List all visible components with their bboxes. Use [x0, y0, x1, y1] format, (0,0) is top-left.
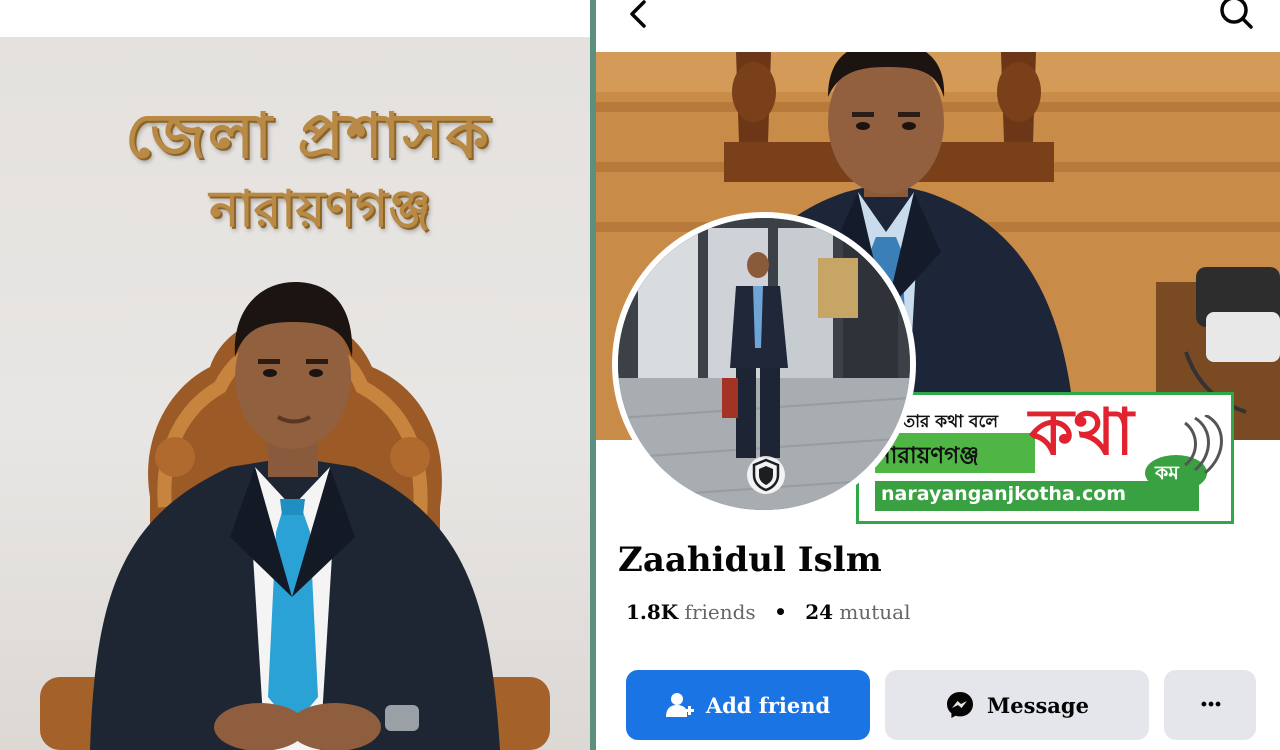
- facebook-profile-panel: জনতার কথা বলে নারায়ণগঞ্জ কথা narayangan…: [596, 0, 1280, 750]
- official-portrait-photo: জেলা প্রশাসক নারায়ণগঞ্জ: [0, 37, 590, 750]
- back-button[interactable]: [622, 0, 656, 34]
- broadcast-waves-icon: [1184, 415, 1223, 475]
- messenger-icon: [947, 692, 974, 718]
- watermark-brand: কথা: [1029, 396, 1134, 470]
- chevron-left-icon: [630, 0, 646, 28]
- add-person-icon: [665, 693, 694, 717]
- friends-label: friends: [684, 600, 756, 624]
- search-button[interactable]: [1216, 0, 1256, 32]
- search-icon: [1220, 0, 1253, 29]
- mutual-label: mutual: [839, 600, 911, 624]
- top-navigation-bar: [596, 0, 1280, 52]
- profile-name: Zaahidul Islm: [618, 540, 882, 580]
- shield-icon: [747, 456, 785, 494]
- more-options-button[interactable]: ···: [1164, 670, 1256, 740]
- add-friend-label: Add friend: [705, 692, 831, 718]
- message-button[interactable]: Message: [885, 670, 1149, 740]
- wall-sign-subtitle: নারায়ণগঞ্জ: [209, 180, 431, 238]
- profile-guard-badge: [746, 455, 786, 495]
- add-friend-button[interactable]: Add friend: [626, 670, 870, 740]
- left-photo-panel: জেলা প্রশাসক নারায়ণগঞ্জ: [0, 0, 590, 750]
- mutual-count: 24: [805, 600, 834, 624]
- watermark-url: narayanganjkotha.com: [881, 483, 1127, 505]
- message-label: Message: [987, 692, 1089, 718]
- news-watermark-logo: জনতার কথা বলে নারায়ণগঞ্জ কথা narayangan…: [856, 392, 1234, 524]
- friends-summary[interactable]: 1.8K friends • 24 mutual: [626, 600, 911, 624]
- separator-dot: •: [774, 600, 787, 624]
- more-dots-icon: ···: [1199, 690, 1222, 720]
- friends-count: 1.8K: [626, 600, 679, 624]
- watermark-com-label: কম: [1155, 462, 1179, 484]
